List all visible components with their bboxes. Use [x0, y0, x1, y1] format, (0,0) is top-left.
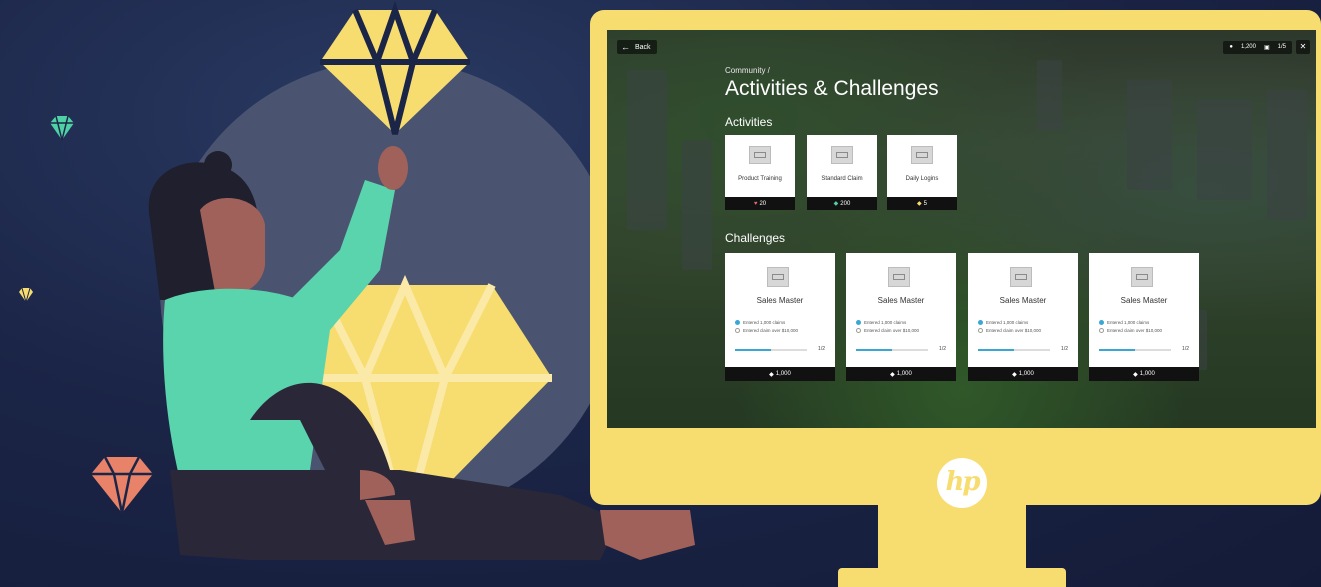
activity-reward: ♥ 20 [725, 197, 795, 210]
activity-name: Standard Claim [821, 176, 863, 182]
coin-count: 1,200 [1240, 44, 1256, 50]
heart-icon: ♥ [753, 200, 758, 207]
hp-logo: hp [937, 458, 987, 508]
image-placeholder-icon [1010, 267, 1032, 287]
progress-bar [1099, 349, 1171, 351]
progress-count: 1/2 [1182, 346, 1189, 352]
stats-bar[interactable]: ● 1,200 ▣ 1/5 [1223, 40, 1292, 54]
challenges-heading: Challenges [725, 231, 786, 245]
challenge-reward: ◆ 1,000 [1089, 367, 1199, 381]
teal-gem-icon [50, 115, 74, 141]
requirement-item: Entered 1,000 claims [1099, 320, 1149, 325]
monitor-stand-base [838, 568, 1066, 587]
gem-icon: ◆ [769, 371, 774, 378]
page-title: Activities & Challenges [725, 77, 939, 100]
progress-count: 1/2 [818, 346, 825, 352]
requirement-item: Entered 1,000 claims [735, 320, 785, 325]
challenge-name: Sales Master [1120, 296, 1168, 305]
progress-count: 1/2 [1061, 346, 1068, 352]
activity-card-product-training[interactable]: Product Training ♥ 20 [725, 135, 795, 210]
progress-count: 1/2 [939, 346, 946, 352]
top-diamond-icon [320, 0, 470, 135]
back-arrow-icon: ← [621, 42, 630, 52]
coral-gem-icon [91, 456, 153, 514]
activity-reward: ◆ 5 [887, 197, 957, 210]
requirement-item: Entered claim over $10,000 [1099, 328, 1162, 333]
close-button[interactable]: ✕ [1296, 40, 1310, 54]
breadcrumb[interactable]: Community / [725, 66, 770, 75]
gem-icon: ◆ [1133, 371, 1138, 378]
image-placeholder-icon [831, 146, 853, 164]
requirement-item: Entered claim over $10,000 [978, 328, 1041, 333]
gem-icon: ◆ [833, 201, 839, 207]
image-placeholder-icon [911, 146, 933, 164]
image-placeholder-icon [888, 267, 910, 287]
challenge-name: Sales Master [877, 296, 925, 305]
activity-card-daily-logins[interactable]: Daily Logins ◆ 5 [887, 135, 957, 210]
activity-card-standard-claim[interactable]: Standard Claim ◆ 200 [807, 135, 877, 210]
app-screen: ← Back ● 1,200 ▣ 1/5 ✕ Community / Activ… [607, 30, 1316, 428]
activities-heading: Activities [725, 115, 773, 129]
progress-bar [735, 349, 807, 351]
message-count: 1/5 [1277, 44, 1286, 50]
challenge-reward: ◆ 1,000 [968, 367, 1078, 381]
monitor-stand-neck [878, 505, 1026, 575]
small-yellow-gem-icon [19, 287, 33, 304]
gem-icon: ◆ [917, 201, 922, 207]
activity-name: Daily Logins [905, 176, 939, 182]
screen-overlay [607, 30, 1316, 428]
challenge-reward: ◆ 1,000 [846, 367, 956, 381]
requirement-item: Entered 1,000 claims [978, 320, 1028, 325]
gem-icon: ◆ [1012, 371, 1017, 378]
activity-reward: ◆ 200 [807, 197, 877, 210]
back-button[interactable]: ← Back [617, 40, 657, 54]
requirement-item: Entered 1,000 claims [856, 320, 906, 325]
challenge-card[interactable]: Sales Master Entered 1,000 claims Entere… [1089, 253, 1199, 381]
activity-name: Product Training [738, 176, 782, 182]
progress-bar [856, 349, 928, 351]
challenge-card[interactable]: Sales Master Entered 1,000 claims Entere… [725, 253, 835, 381]
challenge-name: Sales Master [756, 296, 804, 305]
challenge-card[interactable]: Sales Master Entered 1,000 claims Entere… [846, 253, 956, 381]
image-placeholder-icon [1131, 267, 1153, 287]
gem-icon: ◆ [890, 371, 895, 378]
challenge-name: Sales Master [999, 296, 1047, 305]
requirement-item: Entered claim over $10,000 [735, 328, 798, 333]
requirement-item: Entered claim over $10,000 [856, 328, 919, 333]
challenge-reward: ◆ 1,000 [725, 367, 835, 381]
progress-bar [978, 349, 1050, 351]
piggy-bank-icon: ● [1229, 44, 1233, 50]
challenge-card[interactable]: Sales Master Entered 1,000 claims Entere… [968, 253, 1078, 381]
image-placeholder-icon [767, 267, 789, 287]
image-placeholder-icon [749, 146, 771, 164]
message-icon: ▣ [1263, 44, 1270, 51]
back-label: Back [635, 43, 651, 51]
